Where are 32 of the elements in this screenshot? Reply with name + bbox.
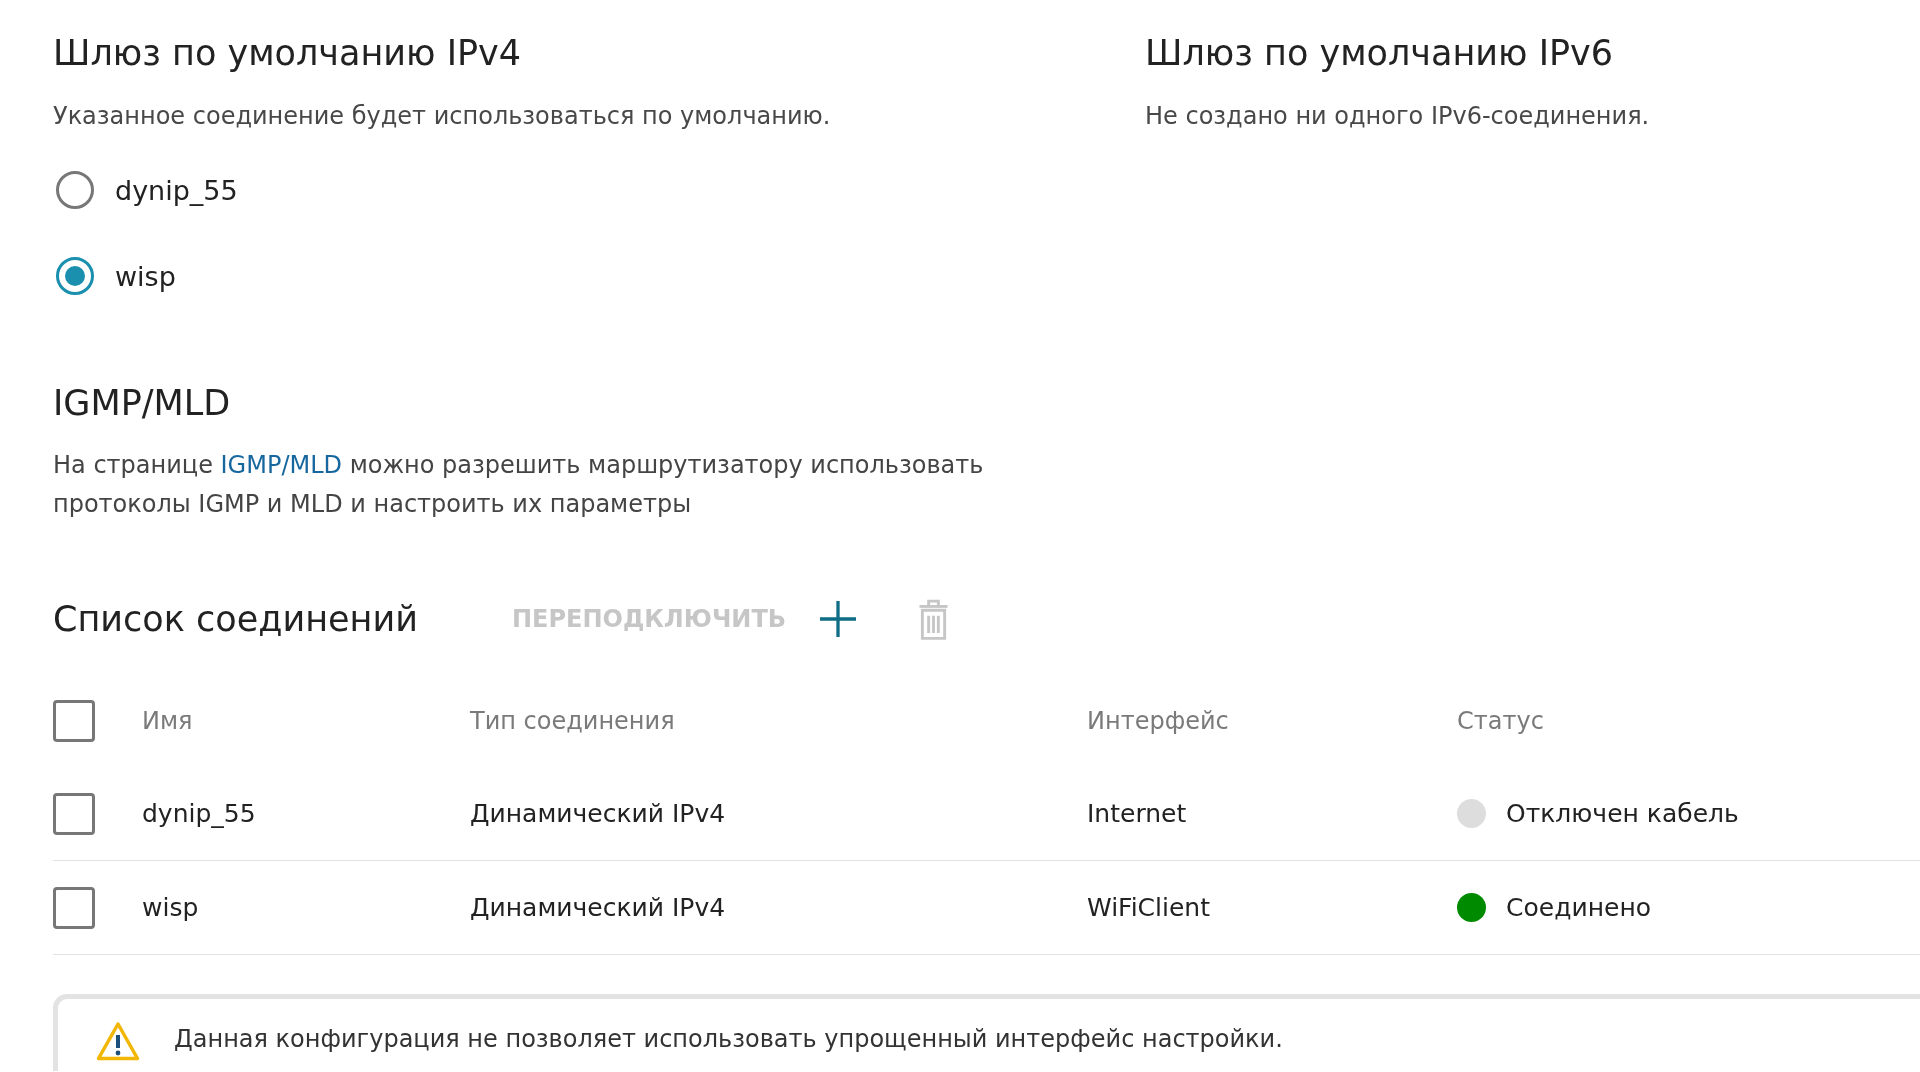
- table-cell: Динамический IPv4: [470, 893, 726, 922]
- trash-icon: [918, 598, 950, 640]
- radio-button[interactable]: [56, 171, 94, 209]
- warning-icon: [96, 1021, 140, 1061]
- column-header[interactable]: Интерфейс: [1087, 706, 1229, 735]
- section-description: Указанное соединение будет использоваться по умолчанию.: [53, 101, 832, 132]
- table-cell: dynip_55: [142, 799, 256, 828]
- radio-button[interactable]: [56, 257, 94, 295]
- section-title: Шлюз по умолчанию IPv6: [1145, 32, 1615, 75]
- column-header[interactable]: Тип соединения: [470, 706, 675, 735]
- add-button[interactable]: [820, 601, 857, 637]
- section-title: Шлюз по умолчанию IPv4: [53, 32, 523, 75]
- igmp-link[interactable]: IGMP/MLD: [220, 451, 343, 479]
- row-checkbox[interactable]: [53, 792, 95, 835]
- plus-icon: [820, 601, 857, 637]
- table-cell: wisp: [142, 893, 199, 922]
- radio-label[interactable]: dynip_55: [115, 174, 238, 206]
- status-text: Соединено: [1506, 893, 1652, 922]
- row-checkbox[interactable]: [53, 886, 95, 929]
- section-title: Список соединений: [53, 598, 418, 641]
- section-description: Не создано ни одного IPv6-соединения.: [1145, 101, 1651, 132]
- notice-text: Данная конфигурация не позволяет использовать упрощенный интерфейс настройки.: [174, 1024, 1283, 1055]
- igmp-description: На странице IGMP/MLD можно разрешить маршрутизатору использовать протоколы IGMP и MLD и настроить их параметры: [53, 450, 985, 520]
- table-cell: Динамический IPv4: [470, 799, 726, 828]
- column-header[interactable]: Статус: [1457, 706, 1544, 735]
- column-header[interactable]: Имя: [142, 706, 193, 735]
- section-title: IGMP/MLD: [53, 382, 232, 425]
- status-text: Отключен кабель: [1506, 799, 1739, 828]
- table-cell: WiFiClient: [1087, 893, 1210, 922]
- table-cell: Internet: [1087, 799, 1187, 828]
- select-all-checkbox[interactable]: [53, 699, 95, 742]
- radio-label[interactable]: wisp: [115, 260, 176, 292]
